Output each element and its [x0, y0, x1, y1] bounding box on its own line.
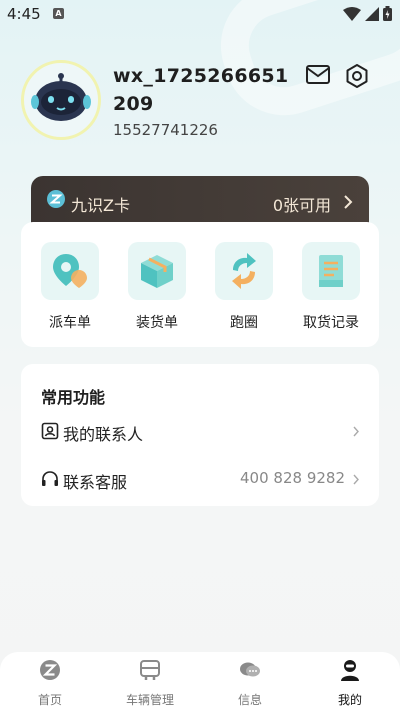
status-bar: 4:45 A — [0, 0, 400, 28]
quick-action-pickup-records[interactable]: 取货记录 — [291, 242, 371, 332]
nav-label: 我的 — [337, 693, 362, 707]
status-icons — [343, 6, 392, 21]
receipt-icon — [319, 255, 343, 287]
loop-arrows-icon — [232, 253, 256, 289]
cargo-box-icon — [141, 255, 173, 288]
quick-action-lap[interactable]: 跑圈 — [204, 242, 284, 332]
wifi-icon — [343, 6, 361, 21]
phone-number: 15527741226 — [113, 121, 218, 139]
nav-item-messages[interactable]: 信息 — [210, 658, 290, 708]
z-card-name: 九识Z卡 — [71, 196, 130, 215]
nav-item-vehicles[interactable]: 车辆管理 — [110, 658, 190, 708]
nav-label: 车辆管理 — [125, 693, 174, 707]
chevron-right-icon — [344, 195, 353, 209]
quick-action-dispatch[interactable]: 派车单 — [30, 242, 110, 332]
chat-icon — [240, 662, 260, 677]
avatar[interactable] — [21, 60, 101, 140]
chevron-right-icon — [353, 426, 359, 437]
status-time: 4:45 — [7, 5, 41, 23]
z-card-available: 0张可用 — [272, 196, 331, 215]
quick-action-label: 取货记录 — [303, 315, 359, 331]
profile-icon — [341, 660, 359, 681]
features-title: 常用功能 — [41, 388, 106, 407]
feature-item-customer-service[interactable]: 联系客服 400 828 9282 — [41, 464, 359, 494]
quick-action-label: 装货单 — [136, 315, 178, 331]
quick-action-label: 跑圈 — [230, 315, 258, 331]
settings-button[interactable] — [344, 63, 370, 89]
battery-icon — [383, 6, 392, 21]
nav-item-profile[interactable]: 我的 — [310, 658, 390, 708]
feature-label: 我的联系人 — [63, 425, 144, 444]
contacts-icon — [41, 422, 59, 440]
gear-icon — [346, 64, 368, 88]
mail-button[interactable] — [305, 64, 331, 88]
signal-icon — [365, 6, 379, 21]
nav-item-home[interactable]: 首页 — [10, 658, 90, 708]
quick-action-loading[interactable]: 装货单 — [117, 242, 197, 332]
home-logo-icon — [40, 660, 60, 680]
service-phone-number: 400 828 9282 — [240, 469, 345, 487]
mail-icon — [306, 65, 330, 84]
feature-item-contacts[interactable]: 我的联系人 — [41, 416, 359, 446]
map-pin-icon — [53, 254, 87, 288]
quick-action-label: 派车单 — [49, 315, 91, 331]
headset-icon — [42, 471, 58, 486]
vehicle-icon — [140, 660, 160, 680]
notification-icon: A — [53, 8, 64, 19]
bottom-navigation: 首页 车辆管理 信息 我的 — [0, 652, 400, 712]
nav-label: 信息 — [237, 693, 262, 707]
z-card-logo-icon — [47, 190, 65, 208]
feature-label: 联系客服 — [63, 473, 128, 492]
nav-label: 首页 — [37, 693, 62, 707]
username: wx_1725266651209 — [113, 65, 289, 115]
robot-avatar-icon — [31, 73, 91, 121]
quick-actions-panel: 派车单 装货单 跑圈 取货记录 — [21, 222, 379, 347]
chevron-right-icon — [353, 474, 359, 485]
common-features-panel: 常用功能 我的联系人 联系客服 400 828 9282 — [21, 364, 379, 506]
